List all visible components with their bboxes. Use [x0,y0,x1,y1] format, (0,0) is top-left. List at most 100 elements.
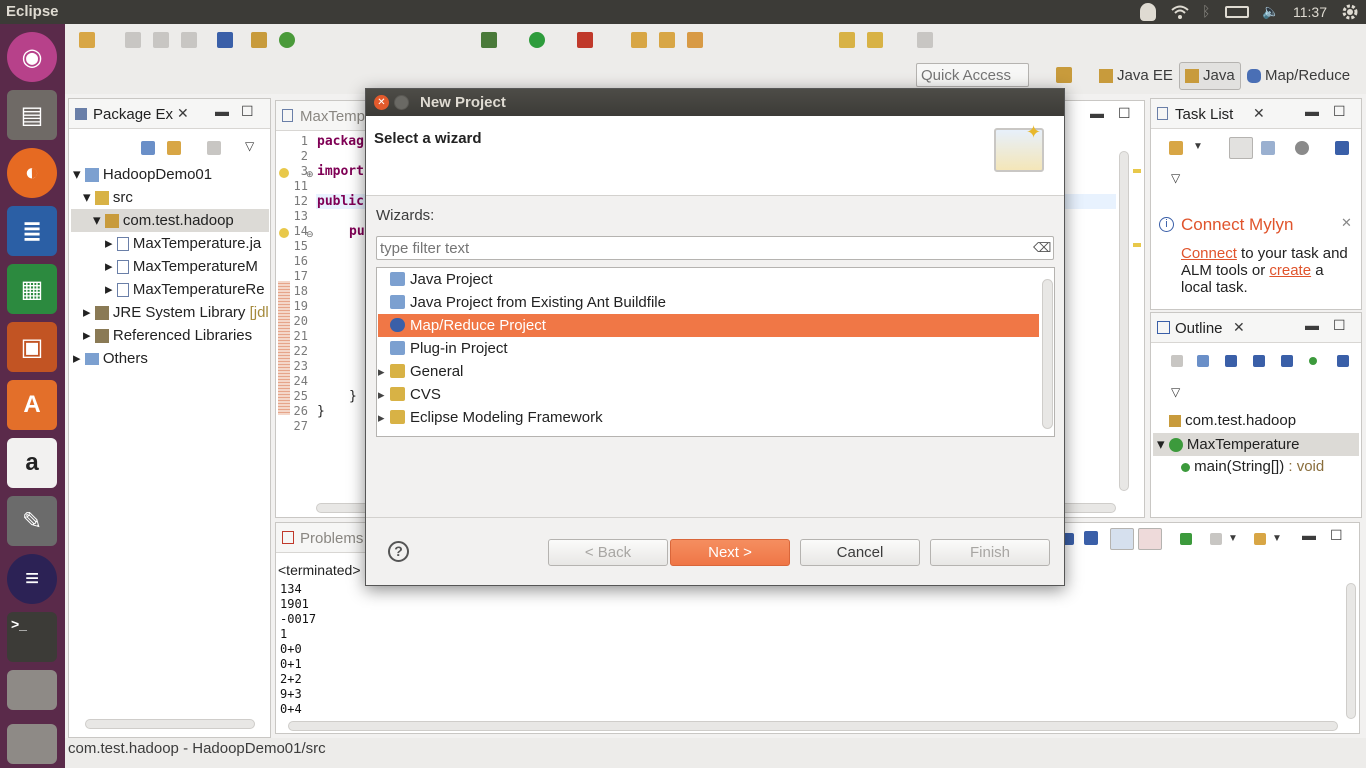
horizontal-scrollbar[interactable] [288,721,1338,731]
problems-tab[interactable]: Problems [276,523,366,553]
hide-completed-icon[interactable] [1335,141,1349,155]
maximize-icon[interactable]: ☐ [1118,105,1131,122]
wifi-icon[interactable] [1171,5,1189,19]
maximize-icon[interactable]: ☐ [1333,103,1346,120]
outline-tab[interactable]: Outline ✕ ▬ ☐ [1151,313,1361,343]
expand-arrow-icon[interactable]: ▸ [378,406,385,429]
refresh-icon[interactable] [279,32,295,48]
collapse-all-icon[interactable] [141,141,155,155]
open-perspective-icon[interactable] [1056,67,1072,83]
wizard-item[interactable]: Map/Reduce Project [378,314,1039,337]
sort-icon[interactable] [1225,355,1237,367]
vertical-scrollbar[interactable] [1119,151,1129,491]
focus-icon[interactable] [1295,141,1309,155]
vertical-scrollbar[interactable] [1042,279,1053,429]
display-console-icon[interactable] [1210,533,1222,545]
show-on-output-icon[interactable] [1110,528,1134,550]
wizard-item[interactable]: Java Project from Existing Ant Buildfile [378,291,1039,314]
view-menu-icon[interactable]: ▽ [245,139,254,153]
hide-static-icon[interactable] [1281,355,1293,367]
new-icon[interactable] [79,32,95,48]
tree-item-referenced-libraries[interactable]: ▸ Referenced Libraries [83,326,252,344]
outline-item-class[interactable]: ▾ MaxTemperature [1153,433,1359,456]
tux-icon[interactable] [1140,3,1156,21]
impress-icon[interactable]: ▣ [7,322,57,372]
code-area[interactable]: packag import public pu}} [317,134,365,434]
run-external-icon[interactable] [577,32,593,48]
maximize-icon[interactable]: ☐ [1333,317,1346,334]
expand-arrow-icon[interactable]: ▸ [378,383,385,406]
filter-input[interactable] [376,236,1054,260]
ubuntu-dash-icon[interactable]: ◉ [7,32,57,82]
workspace-switcher-icon[interactable] [7,670,57,710]
open-folder-icon[interactable] [659,32,675,48]
close-icon[interactable]: ✕ [1341,215,1352,231]
help-button[interactable]: ? [388,541,409,562]
quick-access-input[interactable] [916,63,1029,87]
search-icon[interactable] [687,32,703,48]
dropdown-icon[interactable]: ▼ [1272,533,1282,544]
minimize-icon[interactable]: ▬ [1305,317,1319,333]
pin-icon[interactable] [217,32,233,48]
software-center-icon[interactable]: A [7,380,57,430]
perspective-java[interactable]: Java [1179,62,1241,90]
hide-non-public-icon[interactable] [1253,355,1265,367]
new-task-icon[interactable] [1169,141,1183,155]
close-icon[interactable]: ✕ [1233,319,1245,336]
minimize-icon[interactable]: ▬ [215,103,229,119]
perspective-mapreduce[interactable]: Map/Reduce [1247,64,1350,88]
maximize-icon[interactable]: ☐ [241,103,254,120]
volume-icon[interactable]: 🔈 [1262,3,1279,20]
back-button[interactable]: < Back [548,539,668,566]
minimize-icon[interactable]: ▬ [1090,105,1104,121]
package-explorer-tab[interactable]: Package Ex ✕ ▬ ☐ [69,99,270,129]
link-editor-icon[interactable] [167,141,181,155]
amazon-icon[interactable]: a [7,438,57,488]
trash-icon[interactable] [7,724,57,764]
wizard-item[interactable]: ▸ General [378,360,1039,383]
wizard-item[interactable]: ▸ CVS [378,383,1039,406]
link-icon[interactable] [1337,355,1349,367]
minimize-icon[interactable]: ▬ [1305,103,1319,119]
writer-icon[interactable]: ≣ [7,206,57,256]
bluetooth-icon[interactable]: ᛒ [1202,3,1210,19]
maximize-icon[interactable]: ☐ [1330,527,1343,544]
categorized-icon[interactable] [1229,137,1253,159]
close-window-button[interactable]: ✕ [374,95,389,110]
wizard-item[interactable]: ▸ Eclipse Modeling Framework [378,406,1039,429]
forward-icon[interactable] [917,32,933,48]
hide-local-types-icon[interactable] [1309,357,1317,365]
wizard-item[interactable]: Java Project [378,268,1039,291]
tree-item-jre[interactable]: ▸ JRE System Library [jdl [83,303,269,321]
run-icon[interactable] [529,32,545,48]
view-menu-icon[interactable]: ▽ [1171,385,1180,399]
maximize-window-button[interactable] [394,95,409,110]
connect-link[interactable]: Connect [1181,245,1237,262]
fold-marker[interactable]: ⊕ [306,169,314,180]
create-link[interactable]: create [1269,262,1311,279]
files-icon[interactable]: ▤ [7,90,57,140]
word-wrap-icon[interactable] [1084,531,1098,545]
collapse-all-icon[interactable] [1197,355,1209,367]
scheduled-icon[interactable] [1261,141,1275,155]
outline-item-method[interactable]: main(String[]) : void [1181,458,1324,475]
dropdown-icon[interactable]: ▼ [1228,533,1238,544]
back-icon[interactable] [839,32,855,48]
gear-icon[interactable] [1341,3,1359,21]
tree-item-file[interactable]: ▸ MaxTemperatureM [105,257,258,275]
show-on-error-icon[interactable] [1138,528,1162,550]
pin-icon[interactable] [1180,533,1192,545]
terminal-icon[interactable]: >_ [7,612,57,662]
hide-fields-icon[interactable] [1171,355,1183,367]
filter-icon[interactable] [207,141,221,155]
package-icon[interactable] [251,32,267,48]
print-icon[interactable] [181,32,197,48]
calc-icon[interactable]: ▦ [7,264,57,314]
save-all-icon[interactable] [153,32,169,48]
clock[interactable]: 11:37 [1293,4,1327,20]
outline-item-package[interactable]: com.test.hadoop [1169,412,1296,429]
cancel-button[interactable]: Cancel [800,539,920,566]
view-menu-icon[interactable]: ▽ [1171,171,1180,185]
tree-item-file[interactable]: ▸ MaxTemperature.ja [105,234,261,252]
battery-icon[interactable] [1225,6,1249,18]
